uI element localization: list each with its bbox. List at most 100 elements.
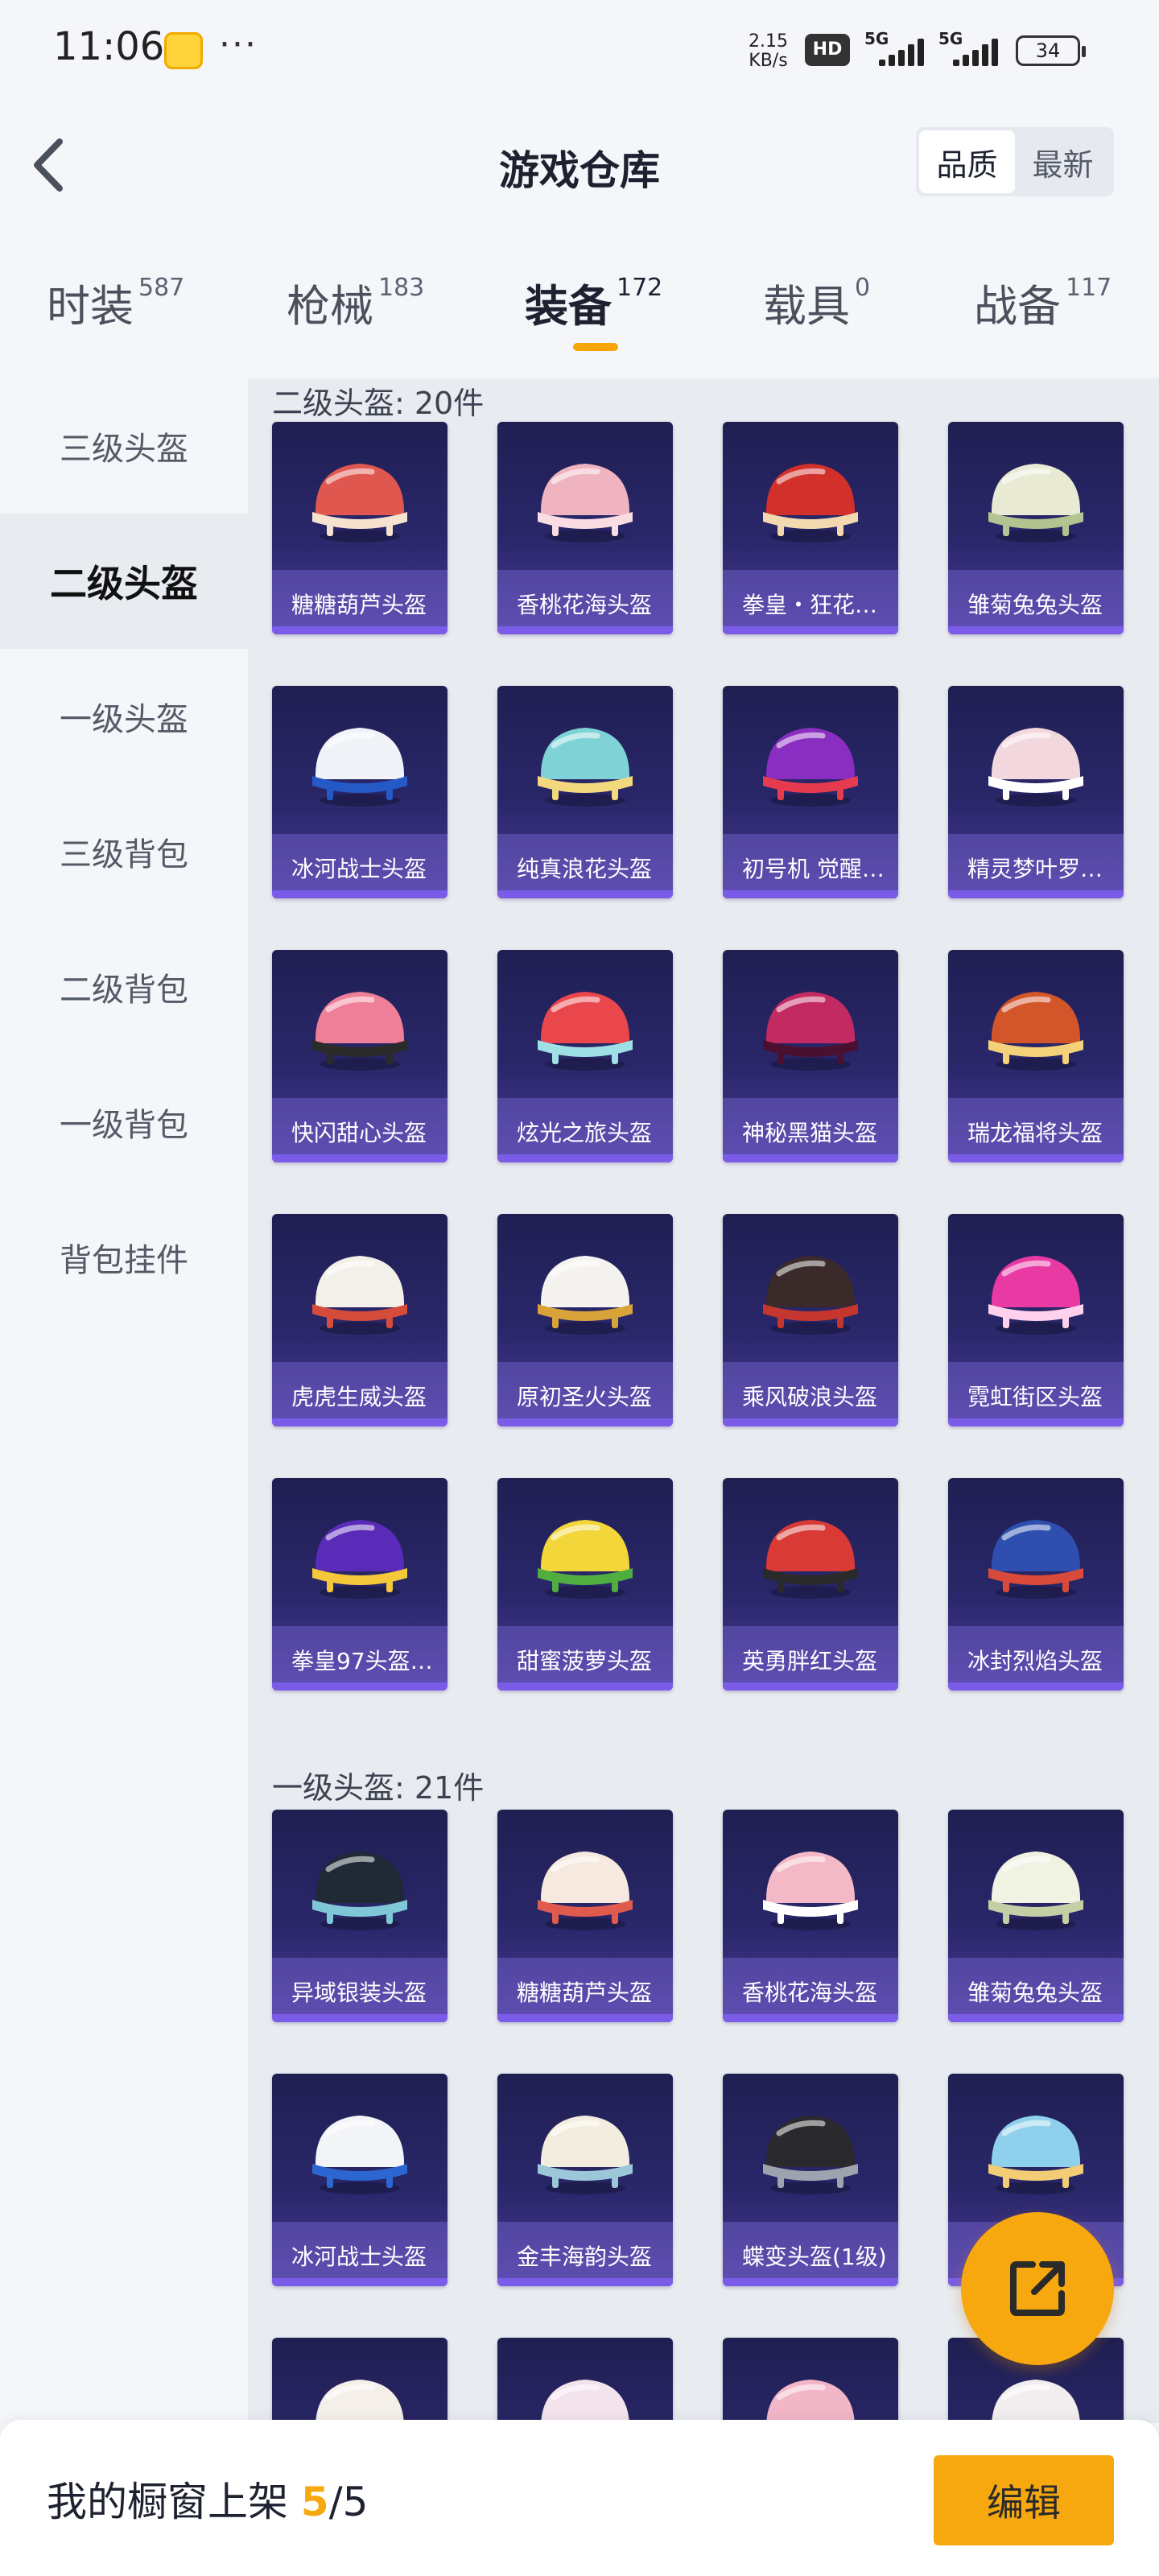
- helmet-card[interactable]: 霓虹街区头盔: [948, 1214, 1124, 1426]
- helmet-card[interactable]: 炫光之旅头盔: [497, 950, 673, 1162]
- network-speed: 2.15 KB/s: [749, 32, 788, 71]
- helmet-card[interactable]: [723, 2338, 898, 2423]
- helmet-card[interactable]: 糖糖葫芦头盔: [497, 1810, 673, 2022]
- helmet-icon: [992, 2380, 1080, 2423]
- back-button[interactable]: [24, 129, 80, 201]
- sort-quality-button[interactable]: 品质: [919, 130, 1015, 193]
- tab-vehicles[interactable]: 载具 0: [763, 270, 870, 367]
- tab-fashion[interactable]: 时装 587: [47, 270, 184, 367]
- helmet-icon: [312, 464, 407, 543]
- tab-firearms[interactable]: 枪械 183: [287, 270, 424, 367]
- helmet-name: 冰封烈焰头盔: [967, 1648, 1103, 1674]
- helmet-card[interactable]: 虎虎生威头盔: [272, 1214, 448, 1426]
- sidebar-item-level2-backpack[interactable]: 二级背包: [0, 919, 248, 1055]
- helmet-card[interactable]: 初号机 觉醒头盔: [723, 686, 898, 898]
- active-tab-indicator: [573, 343, 618, 351]
- helmet-icon: [988, 1520, 1083, 1599]
- helmet-icon: [988, 1256, 1083, 1335]
- sidebar: 三级头盔 二级头盔 一级头盔 三级背包 二级背包 一级背包 背包挂件: [0, 378, 248, 2415]
- helmet-name: 纯真浪花头盔: [517, 856, 653, 882]
- helmet-icon: [312, 2116, 407, 2194]
- helmet-card[interactable]: 香桃花海头盔: [497, 422, 673, 634]
- helmet-card[interactable]: 香桃花海头盔: [723, 1810, 898, 2022]
- helmet-card[interactable]: 纯真浪花头盔: [497, 686, 673, 898]
- helmet-name: 初号机 觉醒头盔: [742, 856, 887, 882]
- showcase-total: 5: [342, 2479, 369, 2525]
- sidebar-item-backpack-charm[interactable]: 背包挂件: [0, 1190, 248, 1325]
- helmet-name: 英勇胖红头盔: [742, 1648, 878, 1674]
- sidebar-item-level3-backpack[interactable]: 三级背包: [0, 784, 248, 919]
- helmet-icon: [538, 1520, 633, 1599]
- helmet-icon: [763, 992, 858, 1071]
- sidebar-item-level1-helmet[interactable]: 一级头盔: [0, 649, 248, 784]
- helmet-name: 原初圣火头盔: [517, 1384, 653, 1410]
- helmet-icon: [312, 728, 407, 807]
- helmet-name: 冰河战士头盔: [291, 2244, 427, 2270]
- helmet-card[interactable]: 精灵梦叶罗头盔: [948, 686, 1124, 898]
- tab-count: 0: [855, 274, 871, 302]
- helmet-card[interactable]: 快闪甜心头盔: [272, 950, 448, 1162]
- helmet-icon: [763, 1520, 858, 1599]
- category-tabs: 时装 587 枪械 183 装备 172 载具 0 战备 117: [0, 270, 1159, 367]
- tab-count: 172: [617, 274, 663, 302]
- network-speed-value: 2.15: [749, 31, 788, 52]
- helmet-card[interactable]: 雏菊兔兔头盔: [948, 422, 1124, 634]
- showcase-status: 我的橱窗上架 5/5: [47, 2470, 368, 2528]
- tab-equipment[interactable]: 装备 172: [525, 270, 662, 367]
- helmet-icon: [541, 2380, 629, 2423]
- helmet-icon: [538, 464, 633, 543]
- helmet-card[interactable]: 乘风破浪头盔: [723, 1214, 898, 1426]
- helmet-card[interactable]: 拳皇・狂花头盔: [723, 422, 898, 634]
- helmet-name: 精灵梦叶罗头盔: [967, 856, 1112, 882]
- helmet-icon: [763, 728, 858, 807]
- share-button[interactable]: [961, 2212, 1114, 2365]
- helmet-icon: [763, 1256, 858, 1335]
- tab-count: 587: [138, 274, 185, 302]
- edit-button[interactable]: 编辑: [934, 2455, 1114, 2545]
- helmet-card[interactable]: 拳皇97头盔(二级): [272, 1478, 448, 1690]
- sidebar-item-level2-helmet[interactable]: 二级头盔: [0, 514, 248, 649]
- helmet-icon: [766, 2380, 855, 2423]
- helmet-icon: [988, 1852, 1083, 1930]
- sidebar-item-level1-backpack[interactable]: 一级背包: [0, 1055, 248, 1190]
- showcase-separator: /: [328, 2479, 343, 2525]
- helmet-card[interactable]: [272, 2338, 448, 2423]
- helmet-name: 炫光之旅头盔: [517, 1120, 653, 1146]
- helmet-card[interactable]: 异域银装头盔: [272, 1810, 448, 2022]
- helmet-card[interactable]: 甜蜜菠萝头盔: [497, 1478, 673, 1690]
- helmet-card[interactable]: 神秘黑猫头盔: [723, 950, 898, 1162]
- sort-newest-button[interactable]: 最新: [1015, 130, 1111, 193]
- helmet-icon: [763, 1852, 858, 1930]
- helmet-card[interactable]: 雏菊兔兔头盔: [948, 1810, 1124, 2022]
- hd-voice-icon: HD: [805, 34, 850, 66]
- helmet-icon: [988, 992, 1083, 1071]
- helmet-card[interactable]: 瑞龙福将头盔: [948, 950, 1124, 1162]
- helmet-icon: [988, 464, 1083, 543]
- helmet-card[interactable]: 冰封烈焰头盔: [948, 1478, 1124, 1690]
- helmet-icon: [763, 2116, 858, 2194]
- helmet-card[interactable]: [497, 2338, 673, 2423]
- tab-combat-supplies[interactable]: 战备 117: [974, 270, 1112, 367]
- helmet-card[interactable]: 糖糖葫芦头盔: [272, 422, 448, 634]
- helmet-card[interactable]: 冰河战士头盔: [272, 686, 448, 898]
- helmet-name: 拳皇97头盔(二级): [291, 1648, 436, 1674]
- network-speed-unit: KB/s: [749, 51, 788, 71]
- helmet-name: 快闪甜心头盔: [291, 1120, 427, 1146]
- helmet-icon: [538, 1852, 633, 1930]
- helmet-card[interactable]: 冰河战士头盔: [272, 2074, 448, 2286]
- tab-label: 时装: [47, 281, 134, 332]
- tab-label: 枪械: [287, 281, 373, 332]
- helmet-card[interactable]: 英勇胖红头盔: [723, 1478, 898, 1690]
- helmet-name: 拳皇・狂花头盔: [742, 592, 887, 618]
- helmet-card[interactable]: 金丰海韵头盔: [497, 2074, 673, 2286]
- chevron-left-icon: [34, 138, 63, 192]
- helmet-card[interactable]: 原初圣火头盔: [497, 1214, 673, 1426]
- helmet-name: 蝶变头盔(1级): [742, 2244, 887, 2270]
- tab-label: 载具: [763, 281, 850, 332]
- helmet-name: 乘风破浪头盔: [742, 1384, 878, 1410]
- helmet-card[interactable]: 蝶变头盔(1级): [723, 2074, 898, 2286]
- sidebar-item-level3-helmet[interactable]: 三级头盔: [0, 378, 248, 514]
- status-time: 11:06: [53, 24, 165, 69]
- helmet-name: 雏菊兔兔头盔: [967, 1979, 1103, 2006]
- helmet-name: 甜蜜菠萝头盔: [517, 1648, 653, 1674]
